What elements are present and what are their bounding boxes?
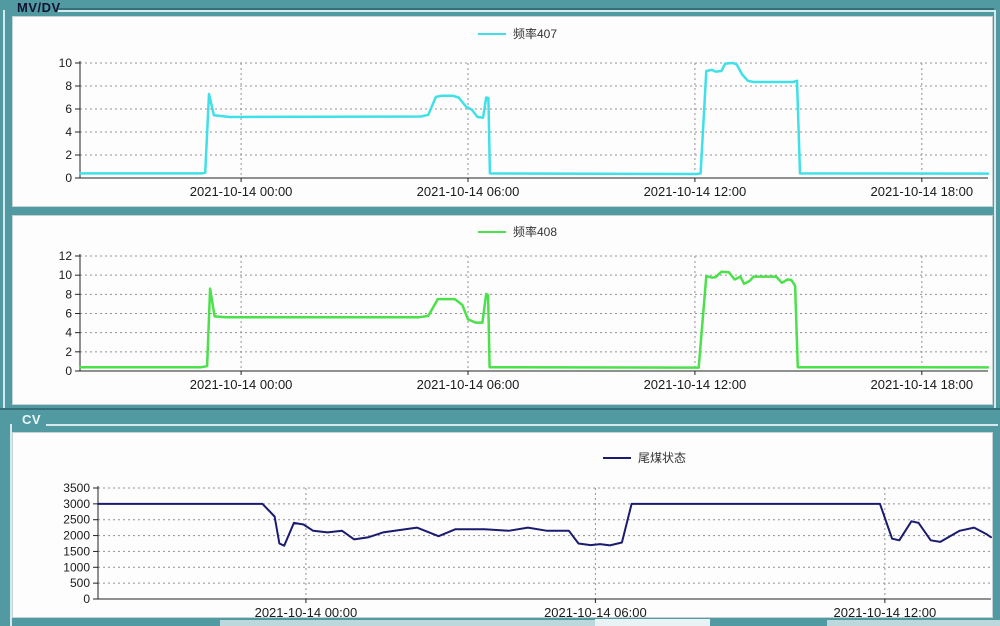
svg-text:2021-10-14 12:00: 2021-10-14 12:00 bbox=[644, 377, 747, 392]
svg-text:10: 10 bbox=[59, 56, 73, 70]
svg-text:2021-10-14 06:00: 2021-10-14 06:00 bbox=[417, 184, 520, 199]
svg-text:6: 6 bbox=[65, 102, 72, 116]
svg-text:2021-10-14 06:00: 2021-10-14 06:00 bbox=[544, 605, 647, 617]
svg-text:2021-10-14 12:00: 2021-10-14 12:00 bbox=[834, 605, 937, 617]
svg-text:6: 6 bbox=[65, 307, 72, 321]
line-chart-tailcoal: 0 500 1000 15002000 2500 3000 3500 2021-10-14 0… bbox=[13, 433, 992, 617]
svg-text:0: 0 bbox=[65, 364, 72, 378]
svg-text:0: 0 bbox=[83, 592, 90, 606]
chart-panel-freq407: 频率407 02468102021-10-14 00:002021-10-14 … bbox=[12, 16, 993, 207]
mvdv-frame-top-line bbox=[58, 10, 994, 12]
svg-text:2021-10-14 00:00: 2021-10-14 00:00 bbox=[255, 605, 358, 617]
cv-frame-top-line bbox=[46, 424, 998, 426]
line-chart-freq408: 0 2 4 6 8 10 12 2021-10-14 00:00 2021-10-14 06:0… bbox=[13, 216, 992, 404]
svg-text:1500: 1500 bbox=[63, 544, 90, 558]
svg-text:8: 8 bbox=[65, 79, 72, 93]
svg-text:2021-10-14 06:00: 2021-10-14 06:00 bbox=[417, 377, 520, 392]
svg-text:2021-10-14 12:00: 2021-10-14 12:00 bbox=[644, 184, 747, 199]
bottom-strip-light-right bbox=[827, 620, 1000, 626]
svg-text:8: 8 bbox=[65, 287, 72, 301]
svg-text:2021-10-14 18:00: 2021-10-14 18:00 bbox=[870, 377, 973, 392]
mvdv-frame-right-line bbox=[994, 10, 996, 408]
mvdv-group-label: MV/DV bbox=[17, 0, 61, 15]
svg-text:10: 10 bbox=[59, 268, 73, 282]
svg-text:2021-10-14 00:00: 2021-10-14 00:00 bbox=[190, 377, 293, 392]
cv-group-label: CV bbox=[22, 412, 41, 427]
svg-text:3500: 3500 bbox=[63, 481, 90, 495]
cv-section-divider bbox=[0, 408, 1000, 410]
bottom-strip-light-left bbox=[220, 620, 595, 626]
svg-text:3000: 3000 bbox=[63, 497, 90, 511]
mvdv-frame-left-line bbox=[3, 10, 5, 408]
svg-text:2: 2 bbox=[65, 345, 72, 359]
svg-text:4: 4 bbox=[65, 125, 72, 139]
line-chart-freq407: 0 2 4 6 8 10 2021-10-14 00:00 2021-10-14 06:00 2… bbox=[13, 17, 992, 206]
svg-text:0: 0 bbox=[65, 171, 72, 185]
svg-text:500: 500 bbox=[70, 576, 90, 590]
bottom-strip-white bbox=[595, 619, 710, 626]
chart-panel-freq408: 频率408 0246810122021-10-14 00:002021-10-1… bbox=[12, 215, 993, 405]
svg-text:2: 2 bbox=[65, 148, 72, 162]
scada-monitor-screen: MV/DV 频率407 02468102021-10-14 00:002021-… bbox=[0, 0, 1000, 626]
svg-text:2021-10-14 18:00: 2021-10-14 18:00 bbox=[870, 184, 973, 199]
svg-text:1000: 1000 bbox=[63, 560, 90, 574]
svg-text:2021-10-14 00:00: 2021-10-14 00:00 bbox=[190, 184, 293, 199]
svg-text:2000: 2000 bbox=[63, 529, 90, 543]
chart-panel-tailcoal: 尾煤状态 05001000150020002500300035002021-10… bbox=[12, 432, 993, 618]
svg-text:2500: 2500 bbox=[63, 513, 90, 527]
svg-text:12: 12 bbox=[59, 249, 73, 263]
svg-text:4: 4 bbox=[65, 326, 72, 340]
